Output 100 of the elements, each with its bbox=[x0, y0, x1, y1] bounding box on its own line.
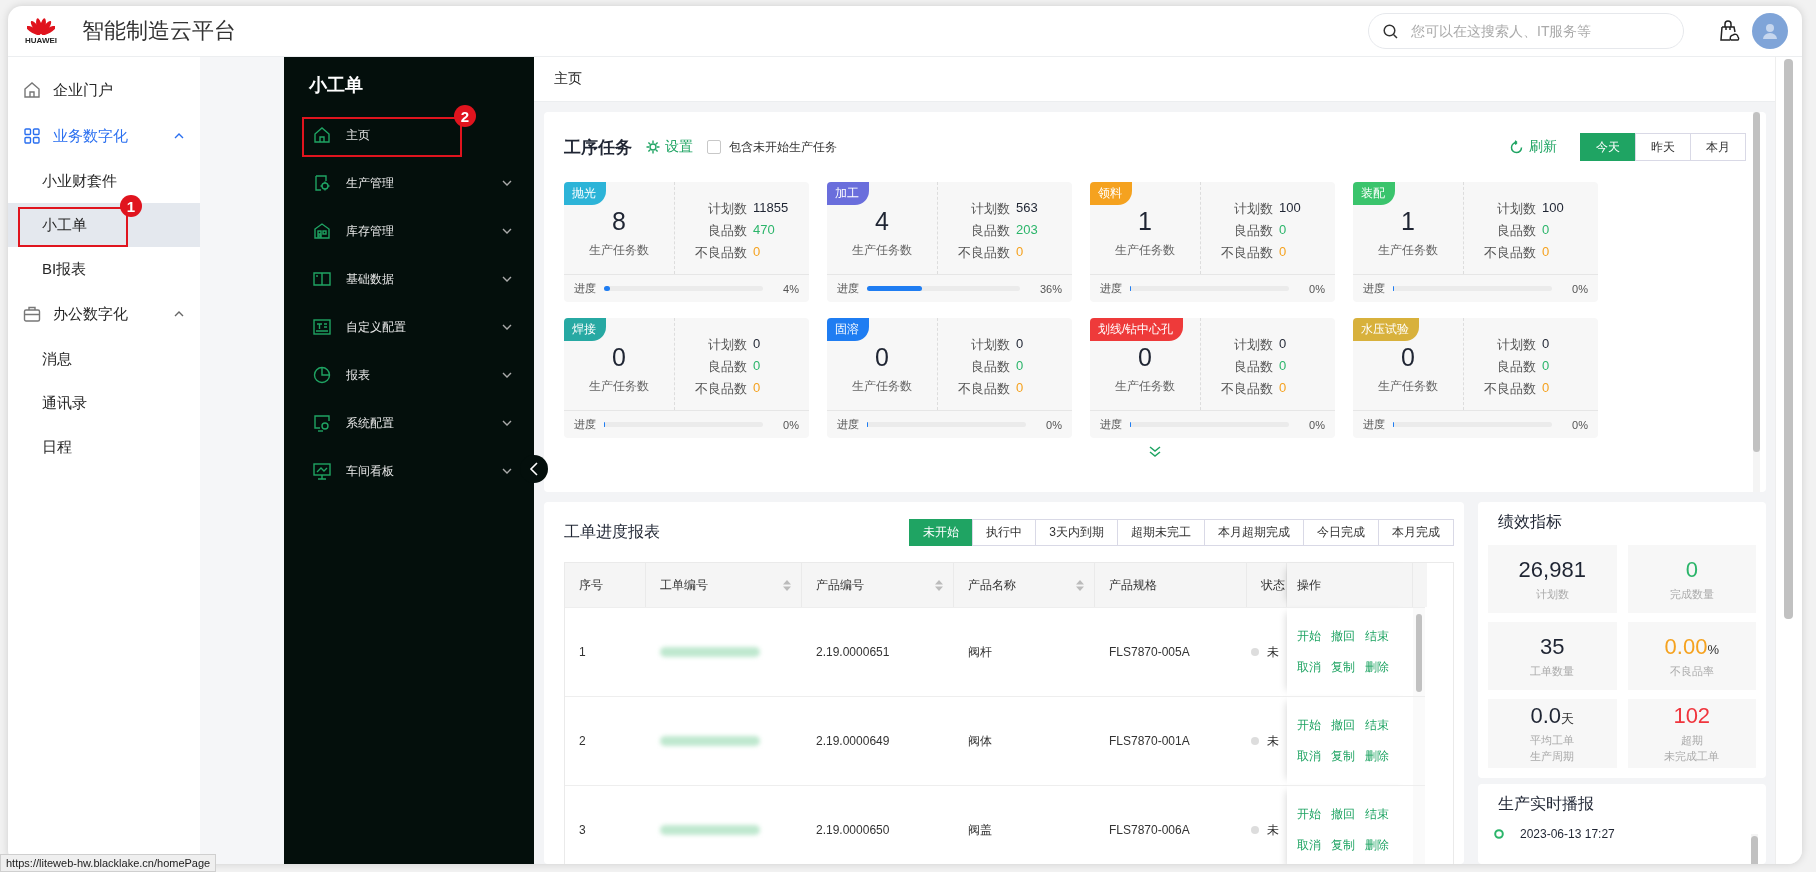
search-field[interactable]: 您可以在这搜索人、IT服务等 bbox=[1368, 13, 1684, 49]
section-title: 工序任务 bbox=[564, 136, 632, 159]
stat-label: 不良品数 bbox=[1220, 380, 1273, 398]
scrollbar-thumb[interactable] bbox=[1416, 614, 1422, 692]
date-range-tab[interactable]: 昨天 bbox=[1635, 133, 1691, 161]
nav-menu-item[interactable]: 系统配置 bbox=[284, 399, 516, 447]
table-cell: 1 bbox=[565, 607, 646, 696]
filter-tab[interactable]: 本月超期完成 bbox=[1204, 518, 1304, 546]
stat-value: 100 bbox=[1542, 200, 1564, 217]
section-title: 绩效指标 bbox=[1497, 512, 1563, 532]
metric-label: 计划数 bbox=[1535, 586, 1569, 602]
nav-menu-item[interactable]: 生产管理 bbox=[284, 159, 516, 207]
column-header[interactable]: 工单编号 bbox=[646, 563, 802, 607]
metric-label: 生产周期 bbox=[1530, 749, 1575, 764]
sidebar-group[interactable]: 企业门户 bbox=[8, 67, 200, 113]
metric-label: 完成数量 bbox=[1669, 586, 1714, 602]
nav-menu-item[interactable]: 车间看板 bbox=[284, 447, 516, 495]
column-header[interactable]: 产品编号 bbox=[802, 563, 954, 607]
metric-value: 26,981 bbox=[1518, 556, 1586, 583]
progress-label: 进度 bbox=[1363, 417, 1385, 432]
table-cell: 2.19.0000649 bbox=[802, 696, 954, 785]
filter-tab[interactable]: 超期未完工 bbox=[1117, 518, 1205, 546]
grid-icon bbox=[23, 127, 41, 145]
scrollbar-thumb[interactable] bbox=[1753, 112, 1760, 452]
process-tag: 焊接 bbox=[564, 318, 606, 341]
progress-percent: 4% bbox=[783, 282, 799, 295]
status-text: 未 bbox=[1267, 732, 1279, 750]
stat-value: 0 bbox=[1542, 244, 1550, 261]
app-title: 智能制造云平台 bbox=[82, 17, 236, 45]
link-status-url: https://liteweb-hw.blacklake.cn/homePage bbox=[0, 854, 217, 872]
nav-menu-item[interactable]: 报表 bbox=[284, 351, 516, 399]
task-count: 4 bbox=[875, 207, 889, 236]
sidebar-item[interactable]: 消息 bbox=[8, 337, 200, 381]
filter-tab[interactable]: 执行中 bbox=[972, 518, 1037, 546]
process-tag: 领料 bbox=[1090, 182, 1132, 205]
task-count: 1 bbox=[1401, 207, 1415, 236]
progress-label: 进度 bbox=[837, 281, 859, 296]
home-icon bbox=[23, 81, 41, 99]
task-count: 0 bbox=[612, 343, 626, 372]
filter-tab[interactable]: 3天内到期 bbox=[1035, 518, 1118, 546]
stat-label: 计划数 bbox=[1233, 336, 1273, 354]
filter-tab[interactable]: 今日完成 bbox=[1303, 518, 1379, 546]
metric-value: 0 bbox=[1685, 556, 1698, 583]
stat-label: 不良品数 bbox=[1483, 380, 1536, 398]
scrollbar-thumb[interactable] bbox=[1784, 59, 1793, 619]
filter-tab[interactable]: 本月完成 bbox=[1378, 518, 1454, 546]
sidebar-item[interactable]: 通讯录 bbox=[8, 381, 200, 425]
stat-label: 不良品数 bbox=[1483, 244, 1536, 262]
progress-label: 进度 bbox=[1363, 281, 1385, 296]
chevron-left-icon bbox=[529, 462, 539, 476]
task-count-label: 生产任务数 bbox=[1115, 242, 1175, 259]
sidebar-item[interactable]: BI报表 bbox=[8, 247, 200, 291]
stat-label: 良品数 bbox=[1233, 358, 1273, 376]
include-unstarted-checkbox[interactable]: 包含未开始生产任务 bbox=[707, 138, 837, 156]
task-count-label: 生产任务数 bbox=[852, 378, 912, 395]
task-count-label: 生产任务数 bbox=[1378, 242, 1438, 259]
timeline-dot-icon bbox=[1494, 829, 1504, 839]
task-count: 0 bbox=[875, 343, 889, 372]
progress-percent: 0% bbox=[783, 418, 799, 431]
shopping-bag-icon[interactable] bbox=[1718, 20, 1740, 42]
task-count: 0 bbox=[1401, 343, 1415, 372]
progress-label: 进度 bbox=[1100, 281, 1122, 296]
metric-value: 0.0天 bbox=[1530, 703, 1575, 729]
column-header: 产品规格 bbox=[1095, 563, 1247, 607]
status-text: 未 bbox=[1267, 643, 1279, 661]
app-nav-title: 小工单 bbox=[308, 74, 364, 97]
sidebar-group[interactable]: 业务数字化 bbox=[8, 113, 200, 159]
progress-label: 进度 bbox=[1100, 417, 1122, 432]
section-title: 工单进度报表 bbox=[564, 521, 660, 542]
stat-value: 0 bbox=[753, 358, 761, 375]
stat-label: 计划数 bbox=[707, 200, 747, 218]
sidebar-item[interactable]: 日程 bbox=[8, 425, 200, 469]
column-header: 序号 bbox=[565, 563, 646, 607]
table-cell: FLS7870-001A bbox=[1095, 696, 1247, 785]
table-cell: 2 bbox=[565, 696, 646, 785]
stat-label: 良品数 bbox=[1496, 358, 1536, 376]
nav-menu-item[interactable]: 自定义配置 bbox=[284, 303, 516, 351]
date-range-tab[interactable]: 本月 bbox=[1690, 133, 1746, 161]
progress-percent: 0% bbox=[1572, 418, 1588, 431]
stat-label: 不良品数 bbox=[957, 244, 1010, 262]
task-count-label: 生产任务数 bbox=[1378, 378, 1438, 395]
process-tag: 水压试验 bbox=[1353, 318, 1419, 341]
column-header: 操作 bbox=[1287, 563, 1413, 607]
nav-menu-item[interactable]: 主页 bbox=[284, 111, 380, 159]
expand-more-icon[interactable] bbox=[1148, 446, 1162, 458]
progress-label: 进度 bbox=[837, 417, 859, 432]
nav-menu-item[interactable]: 库存管理 bbox=[284, 207, 516, 255]
metric-value: 0.00% bbox=[1664, 633, 1719, 660]
stat-value: 0 bbox=[1016, 380, 1024, 397]
stat-label: 良品数 bbox=[1496, 222, 1536, 240]
task-count: 1 bbox=[1138, 207, 1152, 236]
user-avatar[interactable] bbox=[1752, 13, 1788, 49]
scrollbar-thumb[interactable] bbox=[1751, 836, 1758, 864]
stat-value: 0 bbox=[753, 336, 761, 353]
nav-item-icon bbox=[312, 269, 332, 289]
nav-menu-item[interactable]: 基础数据 bbox=[284, 255, 516, 303]
status-dot bbox=[1251, 826, 1259, 834]
column-header[interactable]: 产品名称 bbox=[954, 563, 1095, 607]
sidebar-group[interactable]: 办公数字化 bbox=[8, 291, 200, 337]
briefcase-icon bbox=[23, 305, 41, 323]
